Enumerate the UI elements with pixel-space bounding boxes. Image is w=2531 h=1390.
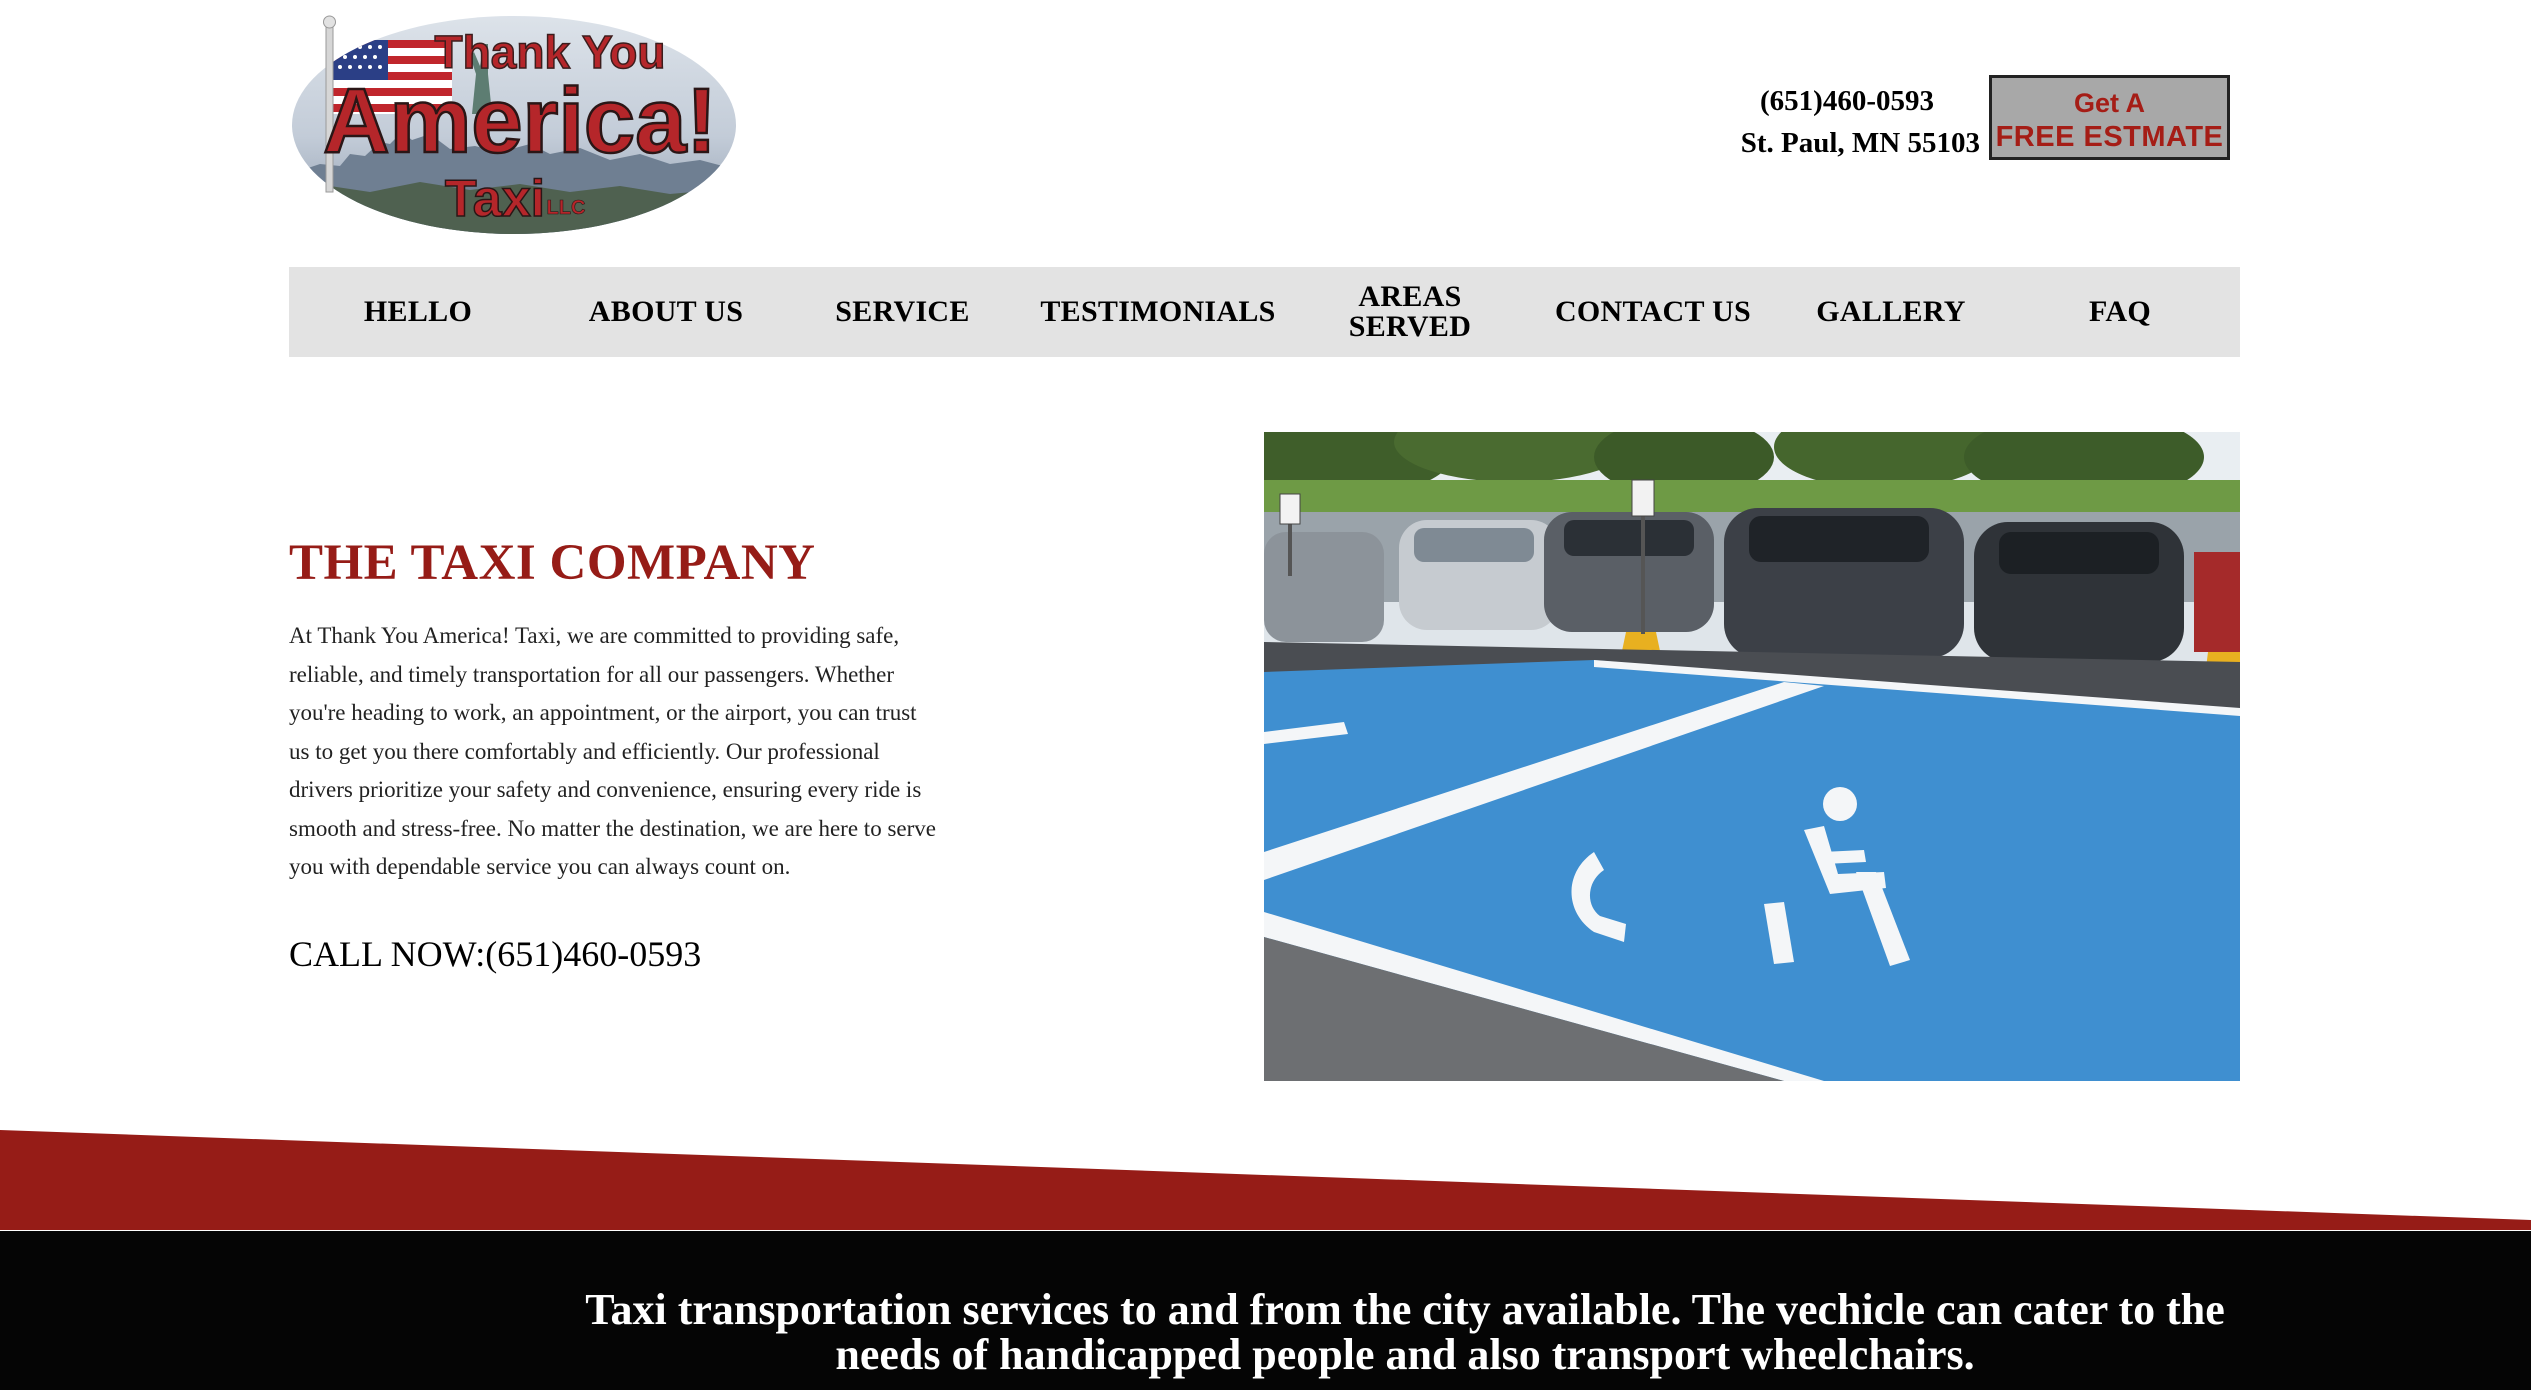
nav-label: HELLO [363, 295, 473, 328]
header-address: St. Paul, MN 55103 [1740, 127, 1980, 159]
call-now-phone[interactable]: CALL NOW:(651)460-0593 [289, 933, 701, 975]
nav-label: TESTIMONIALS [1040, 295, 1276, 328]
nav-item-testimonials[interactable]: TESTIMONIALS [1020, 267, 1296, 357]
page-title: THE TAXI COMPANY [289, 535, 816, 591]
svg-text:America!: America! [323, 70, 717, 172]
banner-text: Taxi transportation services to and from… [585, 1285, 2225, 1379]
company-logo[interactable]: Thank You America! Taxi LLC [290, 14, 738, 236]
intro-paragraph: At Thank You America! Taxi, we are commi… [289, 623, 936, 879]
nav-label: GALLERY [1816, 295, 1966, 328]
nav-label: FAQ [2089, 295, 2151, 328]
nav-label: SERVICE [835, 295, 970, 328]
nav-item-areas-served[interactable]: AREAS SERVED [1296, 267, 1524, 357]
free-estimate-button[interactable]: Get A FREE ESTMATE [1989, 75, 2230, 160]
nav-item-about-us[interactable]: ABOUT US [547, 267, 785, 357]
header-contact: (651)460-0593 St. Paul, MN 55103 [1700, 80, 1980, 164]
nav-item-faq[interactable]: FAQ [2000, 267, 2240, 357]
handicapped-parking-lot-photo-icon [1264, 432, 2240, 1081]
nav-label-line1: AREAS [1358, 280, 1462, 313]
main-nav: HELLO ABOUT US SERVICE TESTIMONIALS AREA… [289, 267, 2240, 357]
svg-text:LLC: LLC [547, 197, 586, 219]
flag-and-statue-of-liberty-logo-icon: Thank You America! Taxi LLC [292, 15, 736, 234]
nav-item-service[interactable]: SERVICE [785, 267, 1020, 357]
nav-label: ABOUT US [588, 295, 744, 328]
nav-label-line2: SERVED [1348, 310, 1472, 343]
estimate-button-line2: FREE ESTMATE [1995, 121, 2224, 153]
hero-photo [1264, 432, 2240, 1081]
red-diagonal-band [0, 1130, 2531, 1230]
svg-text:Taxi: Taxi [445, 170, 545, 228]
estimate-button-line1: Get A [2073, 88, 2145, 118]
header-phone[interactable]: (651)460-0593 [1700, 80, 1980, 122]
nav-label: CONTACT US [1554, 295, 1752, 328]
nav-item-hello[interactable]: HELLO [289, 267, 547, 357]
nav-item-contact-us[interactable]: CONTACT US [1524, 267, 1782, 357]
nav-item-gallery[interactable]: GALLERY [1782, 267, 2000, 357]
